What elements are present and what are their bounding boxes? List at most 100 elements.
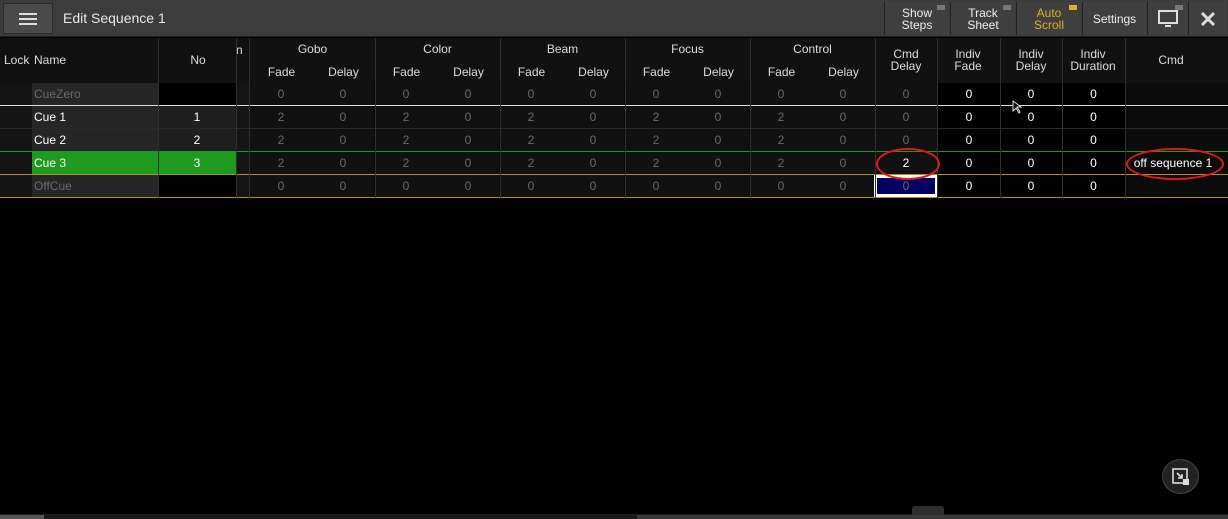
expand-button[interactable] xyxy=(1162,459,1199,494)
time-value-cell[interactable]: 0 xyxy=(437,175,499,197)
lock-cell[interactable] xyxy=(0,175,32,197)
track-sheet-button[interactable]: Track Sheet xyxy=(950,2,1015,35)
cmd-delay-cell[interactable]: 0 xyxy=(874,83,938,105)
cmd-delay-cell[interactable]: 0 xyxy=(874,106,938,128)
time-value-cell[interactable]: 0 xyxy=(312,83,374,105)
time-value-cell[interactable]: 2 xyxy=(500,106,562,128)
cmd-cell[interactable] xyxy=(1126,83,1220,105)
time-value-cell[interactable]: 2 xyxy=(500,129,562,151)
time-value-cell[interactable]: 0 xyxy=(250,83,312,105)
time-value-cell[interactable]: 0 xyxy=(312,106,374,128)
time-value-cell[interactable]: 2 xyxy=(250,129,312,151)
time-value-cell[interactable]: 0 xyxy=(812,83,874,105)
auto-scroll-button[interactable]: Auto Scroll xyxy=(1016,2,1081,35)
indiv-fade-cell[interactable]: 0 xyxy=(938,106,1000,128)
time-value-cell[interactable]: 0 xyxy=(687,83,749,105)
indiv-fade-cell[interactable]: 0 xyxy=(938,83,1000,105)
time-value-cell[interactable]: 0 xyxy=(437,83,499,105)
time-value-cell[interactable]: 0 xyxy=(437,106,499,128)
time-value-cell[interactable]: 0 xyxy=(687,106,749,128)
indiv-delay-cell[interactable]: 0 xyxy=(1000,152,1062,174)
time-value-cell[interactable]: 0 xyxy=(500,175,562,197)
lock-cell[interactable] xyxy=(0,106,32,128)
close-icon xyxy=(1200,11,1215,26)
monitor-button[interactable] xyxy=(1147,2,1187,35)
indiv-delay-cell[interactable]: 0 xyxy=(1000,83,1062,105)
cue-name-cell[interactable]: OffCue xyxy=(32,175,158,197)
time-value-cell[interactable]: 2 xyxy=(625,106,687,128)
cue-number-cell[interactable] xyxy=(158,175,236,197)
time-value-cell[interactable]: 2 xyxy=(375,129,437,151)
time-value-cell[interactable]: 0 xyxy=(625,175,687,197)
time-value-cell[interactable]: 0 xyxy=(687,129,749,151)
indiv-delay-cell[interactable]: 0 xyxy=(1000,129,1062,151)
resize-handle[interactable] xyxy=(912,506,944,515)
truncated-cell[interactable] xyxy=(236,129,250,151)
lock-cell[interactable] xyxy=(0,129,32,151)
scrollbar-thumb-left[interactable] xyxy=(0,515,44,519)
truncated-cell[interactable] xyxy=(236,175,250,197)
indiv-delay-cell[interactable]: 0 xyxy=(1000,175,1062,197)
time-value-cell[interactable]: 0 xyxy=(250,175,312,197)
time-value-cell[interactable]: 2 xyxy=(375,152,437,174)
time-value-cell[interactable]: 0 xyxy=(500,83,562,105)
time-value-cell[interactable]: 0 xyxy=(562,152,624,174)
time-value-cell[interactable]: 2 xyxy=(250,106,312,128)
time-value-cell[interactable]: 0 xyxy=(687,152,749,174)
indiv-duration-cell[interactable]: 0 xyxy=(1062,152,1125,174)
time-value-cell[interactable]: 2 xyxy=(750,129,812,151)
time-value-cell[interactable]: 2 xyxy=(750,152,812,174)
indiv-duration-cell[interactable]: 0 xyxy=(1062,106,1125,128)
time-value-cell[interactable]: 0 xyxy=(812,106,874,128)
cue-name-cell[interactable]: CueZero xyxy=(32,83,158,105)
time-value-cell[interactable]: 0 xyxy=(812,152,874,174)
indiv-duration-cell[interactable]: 0 xyxy=(1062,83,1125,105)
lock-cell[interactable] xyxy=(0,152,32,174)
indiv-fade-cell[interactable]: 0 xyxy=(938,175,1000,197)
time-value-cell[interactable]: 2 xyxy=(500,152,562,174)
truncated-cell[interactable] xyxy=(236,83,250,105)
time-value-cell[interactable]: 0 xyxy=(625,83,687,105)
cmd-cell[interactable] xyxy=(1126,106,1220,128)
menu-button[interactable] xyxy=(3,3,53,34)
lock-cell[interactable] xyxy=(0,83,32,105)
time-value-cell[interactable]: 0 xyxy=(812,129,874,151)
close-button[interactable] xyxy=(1188,2,1226,35)
indiv-duration-cell[interactable]: 0 xyxy=(1062,129,1125,151)
indiv-fade-cell[interactable]: 0 xyxy=(938,152,1000,174)
time-value-cell[interactable]: 0 xyxy=(687,175,749,197)
time-value-cell[interactable]: 0 xyxy=(437,129,499,151)
cue-number-cell[interactable]: 1 xyxy=(158,106,236,128)
cue-number-cell[interactable] xyxy=(158,83,236,105)
time-value-cell[interactable]: 0 xyxy=(562,129,624,151)
cue-name-cell[interactable]: Cue 1 xyxy=(32,106,158,128)
time-value-cell[interactable]: 0 xyxy=(437,152,499,174)
cue-number-cell[interactable]: 2 xyxy=(158,129,236,151)
show-steps-button[interactable]: Show Steps xyxy=(884,2,949,35)
time-value-cell[interactable]: 2 xyxy=(250,152,312,174)
truncated-cell[interactable] xyxy=(236,152,250,174)
cue-name-cell[interactable]: Cue 2 xyxy=(32,129,158,151)
time-value-cell[interactable]: 0 xyxy=(750,83,812,105)
time-value-cell[interactable]: 0 xyxy=(750,175,812,197)
time-value-cell[interactable]: 0 xyxy=(375,83,437,105)
time-value-cell[interactable]: 0 xyxy=(312,129,374,151)
cue-number-cell[interactable]: 3 xyxy=(158,152,236,174)
cue-name-cell[interactable]: Cue 3 xyxy=(32,152,158,174)
time-value-cell[interactable]: 0 xyxy=(562,83,624,105)
time-value-cell[interactable]: 0 xyxy=(812,175,874,197)
time-value-cell[interactable]: 0 xyxy=(375,175,437,197)
time-value-cell[interactable]: 0 xyxy=(312,175,374,197)
settings-button[interactable]: Settings xyxy=(1082,2,1146,35)
time-value-cell[interactable]: 2 xyxy=(375,106,437,128)
indiv-delay-cell[interactable]: 0 xyxy=(1000,106,1062,128)
time-value-cell[interactable]: 2 xyxy=(625,152,687,174)
time-value-cell[interactable]: 0 xyxy=(312,152,374,174)
truncated-cell[interactable] xyxy=(236,106,250,128)
time-value-cell[interactable]: 2 xyxy=(750,106,812,128)
indiv-fade-cell[interactable]: 0 xyxy=(938,129,1000,151)
indiv-duration-cell[interactable]: 0 xyxy=(1062,175,1125,197)
time-value-cell[interactable]: 0 xyxy=(562,106,624,128)
time-value-cell[interactable]: 2 xyxy=(625,129,687,151)
time-value-cell[interactable]: 0 xyxy=(562,175,624,197)
